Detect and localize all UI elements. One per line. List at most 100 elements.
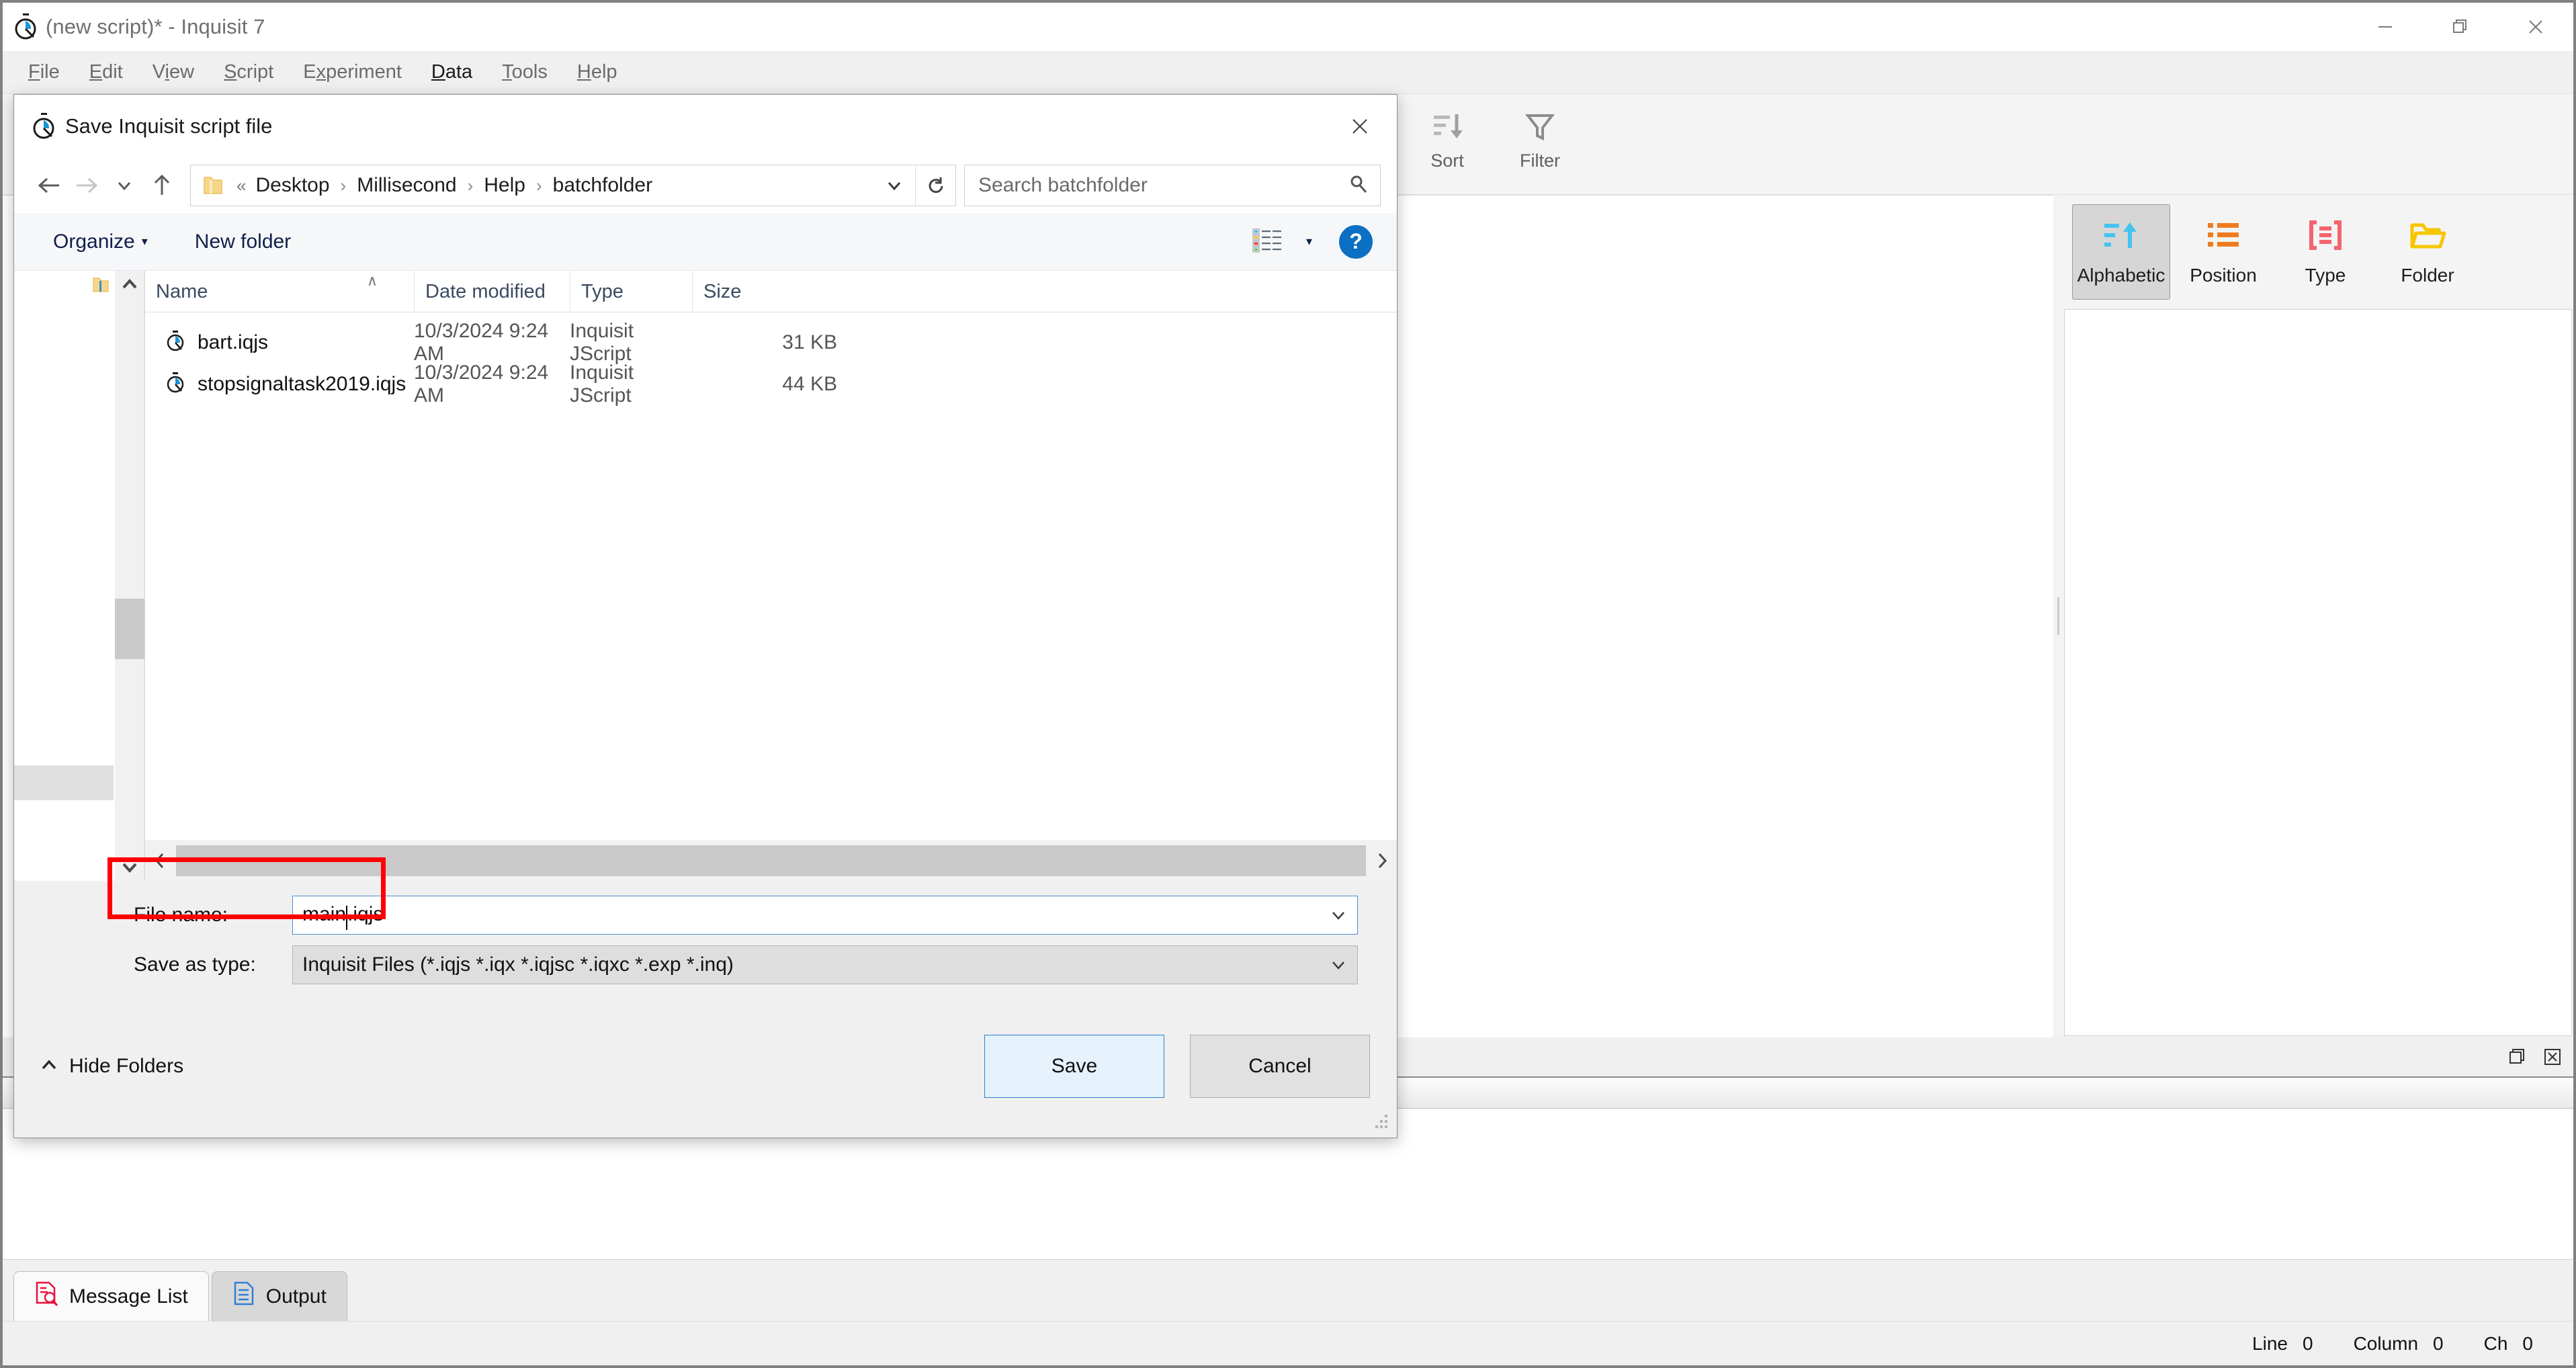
details-view-icon[interactable] [1251, 225, 1283, 258]
chevron-down-icon[interactable] [105, 165, 143, 206]
status-ch-label: Ch [2483, 1332, 2508, 1354]
scrollbar-thumb[interactable] [115, 599, 144, 659]
save-as-type-row: Save as type: Inquisit Files (*.iqjs *.i… [14, 945, 1397, 984]
navigation-pane-selection[interactable] [14, 765, 114, 800]
column-type[interactable]: Type [570, 270, 692, 312]
chevron-down-icon[interactable] [873, 165, 915, 206]
breadcrumb-desktop[interactable]: Desktop [254, 174, 331, 197]
navigation-pane-scrollbar[interactable] [115, 271, 144, 881]
chevron-down-icon[interactable] [120, 854, 139, 881]
menu-experiment[interactable]: Experiment [288, 61, 417, 83]
menu-script[interactable]: Script [209, 61, 288, 83]
close-panel-icon[interactable] [2541, 1045, 2564, 1068]
close-icon[interactable] [2498, 3, 2573, 51]
status-ch: Ch 0 [2484, 1333, 2533, 1355]
chevron-left-icon[interactable] [145, 851, 175, 870]
menu-edit[interactable]: Edit [75, 61, 138, 83]
file-list-column-header: Name Date modified Type Size ∧ [145, 270, 1397, 312]
menu-help[interactable]: Help [562, 61, 632, 83]
tab-message-list-label: Message List [69, 1285, 188, 1308]
sort-type-button[interactable]: Type [2276, 204, 2374, 300]
chevron-right-icon[interactable]: › [331, 175, 356, 196]
save-as-type-value: Inquisit Files (*.iqjs *.iqx *.iqjsc *.i… [302, 953, 734, 976]
chevron-right-icon[interactable]: › [458, 175, 483, 196]
menu-tools[interactable]: Tools [487, 61, 562, 83]
tab-message-list[interactable]: Message List [13, 1271, 209, 1321]
breadcrumb[interactable]: « Desktop › Millisecond › Help › batchfo… [190, 165, 956, 206]
refresh-icon[interactable] [915, 165, 955, 206]
save-button[interactable]: Save [984, 1035, 1164, 1098]
elements-list[interactable] [2064, 309, 2572, 1036]
navigation-pane[interactable] [14, 271, 115, 881]
ribbon-sort-button[interactable]: Sort [1410, 102, 1485, 171]
save-as-type-select[interactable]: Inquisit Files (*.iqjs *.iqx *.iqjsc *.i… [292, 945, 1358, 984]
search-icon[interactable] [1348, 173, 1369, 198]
splitter-grip[interactable] [2057, 597, 2059, 635]
file-date-cell: 10/3/2024 9:24 AM [414, 361, 549, 407]
file-name-value: main.iqjs [302, 902, 383, 931]
file-name-cell[interactable]: stopsignaltask2019.iqjs [145, 372, 414, 397]
view-mode-control[interactable]: ▾ [1251, 225, 1312, 258]
column-size[interactable]: Size [692, 270, 853, 312]
sort-folder-label: Folder [2401, 265, 2454, 286]
hide-folders-button[interactable]: Hide Folders [40, 1055, 183, 1078]
menu-file[interactable]: File [13, 61, 75, 83]
arrow-up-icon[interactable] [143, 165, 181, 206]
text-cursor [346, 906, 348, 931]
restore-icon[interactable] [2423, 3, 2498, 51]
dialog-title: Save Inquisit script file [65, 114, 273, 138]
sort-type-label: Type [2305, 265, 2346, 286]
sort-ascending-icon [2100, 216, 2142, 258]
cancel-button[interactable]: Cancel [1190, 1035, 1370, 1098]
column-date-modified[interactable]: Date modified [414, 270, 570, 312]
file-type-cell: Inquisit JScript [570, 361, 634, 407]
search-input[interactable] [977, 173, 1348, 198]
file-size-cell: 44 KB [782, 373, 837, 395]
file-name-field[interactable]: main.iqjs [292, 896, 1358, 935]
sort-folder-button[interactable]: Folder [2378, 204, 2477, 300]
breadcrumb-overflow[interactable]: « [227, 175, 254, 196]
close-icon[interactable] [1323, 95, 1397, 158]
table-row[interactable]: bart.iqjs 10/3/2024 9:24 AM Inquisit JSc… [145, 320, 1397, 365]
breadcrumb-help[interactable]: Help [482, 174, 527, 197]
search-box[interactable] [964, 165, 1381, 206]
resize-grip-icon[interactable] [1371, 1112, 1390, 1131]
breadcrumb-millisecond[interactable]: Millisecond [355, 174, 458, 197]
help-button[interactable]: ? [1339, 224, 1373, 259]
status-ch-value: 0 [2522, 1332, 2533, 1354]
status-line: Line 0 [2252, 1333, 2313, 1355]
chevron-up-icon[interactable] [120, 271, 139, 298]
restore-panel-icon[interactable] [2506, 1045, 2529, 1068]
menu-data[interactable]: Data [417, 61, 487, 83]
output-document-icon [232, 1281, 255, 1312]
inquisit-file-icon [165, 330, 185, 355]
arrow-left-icon[interactable] [30, 165, 68, 206]
chevron-down-icon[interactable]: ▾ [1306, 234, 1312, 249]
chevron-up-icon [40, 1055, 58, 1078]
status-column-label: Column [2353, 1332, 2419, 1354]
breadcrumb-batchfolder[interactable]: batchfolder [552, 174, 654, 197]
chevron-right-icon[interactable] [1367, 851, 1397, 870]
elements-panel: Alphabetic Position Type Folder [2063, 195, 2573, 1037]
minimize-icon[interactable] [2348, 3, 2423, 51]
pane-splitter[interactable] [2053, 195, 2063, 1037]
new-folder-button[interactable]: New folder [195, 230, 291, 253]
file-list-rows[interactable]: bart.iqjs 10/3/2024 9:24 AM Inquisit JSc… [145, 312, 1397, 839]
scrollbar-thumb[interactable] [176, 845, 1366, 876]
chevron-down-icon[interactable] [1320, 946, 1357, 984]
tab-output[interactable]: Output [211, 1271, 347, 1321]
ribbon-filter-button[interactable]: Filter [1502, 102, 1578, 171]
chevron-down-icon[interactable] [1320, 896, 1357, 934]
table-row[interactable]: stopsignaltask2019.iqjs 10/3/2024 9:24 A… [145, 361, 1397, 407]
elements-sort-toolbar: Alphabetic Position Type Folder [2063, 195, 2573, 309]
sort-alphabetic-button[interactable]: Alphabetic [2072, 204, 2170, 300]
file-name-cell[interactable]: bart.iqjs [145, 330, 414, 355]
sort-position-button[interactable]: Position [2174, 204, 2272, 300]
menu-view[interactable]: View [138, 61, 209, 83]
file-list-horizontal-scrollbar[interactable] [145, 839, 1397, 881]
chevron-right-icon[interactable]: › [527, 175, 552, 196]
window-controls [2348, 3, 2573, 51]
organize-button[interactable]: Organize ▾ [53, 230, 148, 253]
file-name-head: main [302, 902, 347, 925]
file-name-label: File name: [134, 904, 228, 926]
